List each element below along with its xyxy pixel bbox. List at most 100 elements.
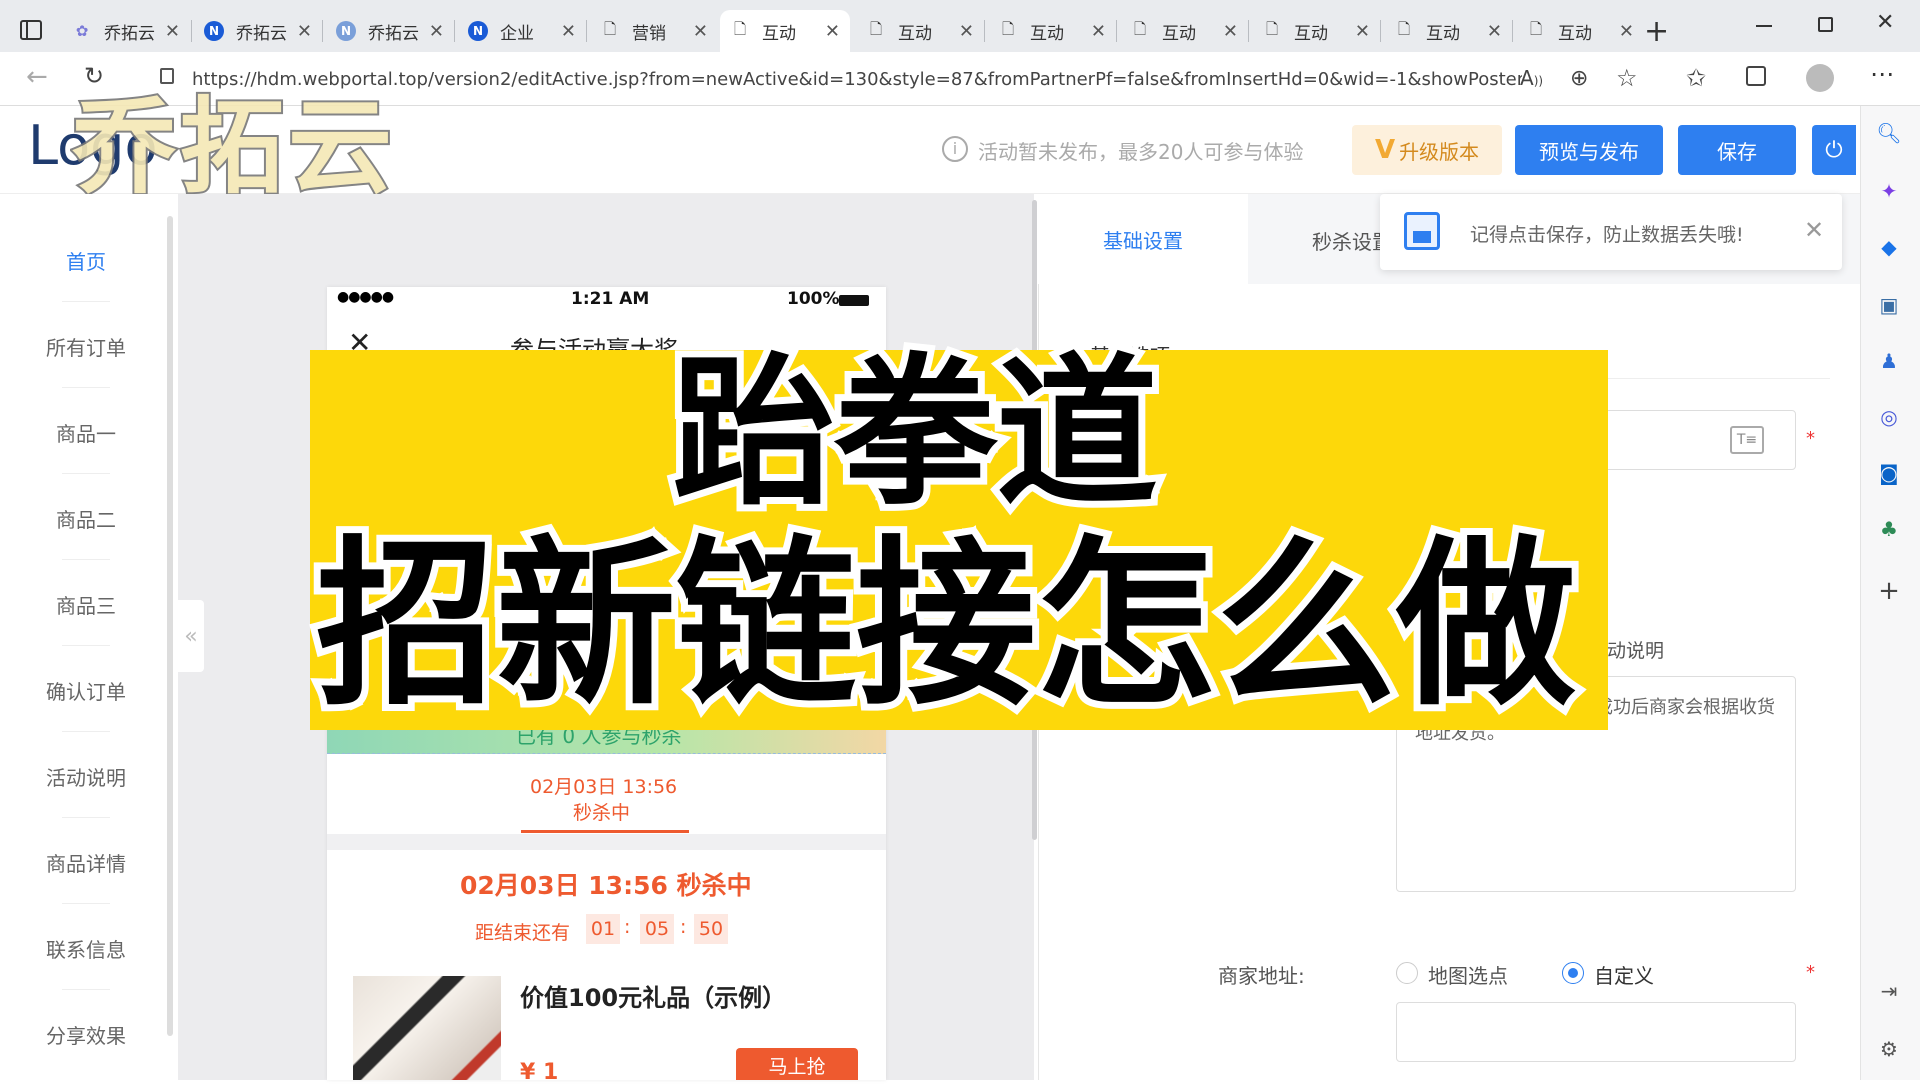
tab-divider — [586, 20, 587, 42]
tab-actions-icon[interactable] — [20, 20, 42, 40]
nav-item-product-detail[interactable]: 商品详情 — [0, 848, 172, 877]
close-window-icon[interactable]: ✕ — [1876, 10, 1894, 35]
copilot-sparkle-icon[interactable]: ✦ — [1874, 176, 1904, 206]
browser-tab[interactable]: ✿ 乔拓云 ✕ — [62, 10, 190, 52]
games-icon[interactable]: ♟ — [1874, 346, 1904, 376]
maximize-icon[interactable] — [1818, 17, 1833, 32]
close-icon[interactable]: ✕ — [825, 21, 840, 42]
nav-scrollbar[interactable] — [167, 216, 173, 1036]
schedule-tab-date[interactable]: 02月03日 13:56 — [530, 772, 677, 799]
close-icon[interactable]: ✕ — [429, 21, 444, 42]
preview-publish-button[interactable]: 预览与发布 — [1515, 125, 1663, 175]
collections-icon[interactable] — [1746, 66, 1766, 86]
sidebar-panel-icon[interactable]: ⇥ — [1874, 976, 1904, 1006]
read-aloud-icon[interactable]: A)) — [1520, 66, 1543, 90]
nav-item-product-2[interactable]: 商品二 — [0, 504, 172, 533]
office-icon[interactable]: ◎ — [1874, 402, 1904, 432]
outlook-icon[interactable]: ◙ — [1874, 458, 1904, 488]
tag-icon[interactable]: ◆ — [1874, 232, 1904, 262]
close-icon[interactable]: ✕ — [561, 21, 576, 42]
nav-divider — [62, 903, 110, 904]
browser-tab[interactable]: N 乔拓云 ✕ — [326, 10, 454, 52]
countdown-seconds: 50 — [694, 914, 728, 944]
zoom-icon[interactable]: ⊕ — [1570, 66, 1588, 91]
nav-item-product-1[interactable]: 商品一 — [0, 418, 172, 447]
text-template-icon[interactable]: T≡ — [1730, 426, 1764, 454]
new-tab-icon[interactable]: + — [1644, 14, 1669, 49]
nav-item-contact[interactable]: 联系信息 — [0, 934, 172, 963]
settings-gear-icon[interactable]: ⚙ — [1874, 1034, 1904, 1064]
browser-tab[interactable]: 🗋 互动 ✕ — [1516, 10, 1644, 52]
nav-item-activity-desc[interactable]: 活动说明 — [0, 762, 172, 791]
close-icon[interactable]: ✕ — [693, 21, 708, 42]
browser-tab[interactable]: N 企业 ✕ — [458, 10, 586, 52]
address-input[interactable] — [1396, 1002, 1796, 1062]
radio-map-pick-label[interactable]: 地图选点 — [1428, 960, 1508, 989]
search-icon[interactable]: 🔍︎ — [1874, 118, 1904, 148]
close-icon[interactable]: ✕ — [165, 21, 180, 42]
favorites-icon[interactable]: ✩ — [1686, 64, 1706, 92]
close-icon[interactable]: ✕ — [1223, 21, 1238, 42]
nav-item-orders[interactable]: 所有订单 — [0, 332, 172, 361]
nav-item-home[interactable]: 首页 — [0, 246, 172, 275]
save-button[interactable]: 保存 — [1678, 125, 1796, 175]
radio-custom-label[interactable]: 自定义 — [1594, 960, 1654, 989]
nav-divider — [62, 559, 110, 560]
product-name: 价值100元礼品（示例） — [520, 984, 787, 1012]
close-icon[interactable]: ✕ — [1091, 21, 1106, 42]
browser-tab-active[interactable]: 🗋 互动 ✕ — [720, 10, 850, 52]
minimize-icon[interactable] — [1756, 25, 1772, 27]
radio-custom-dot — [1568, 968, 1578, 978]
tab-title: 乔拓云 — [368, 23, 419, 44]
browser-tab[interactable]: 🗋 互动 ✕ — [1120, 10, 1248, 52]
browser-tab[interactable]: 🗋 互动 ✕ — [988, 10, 1116, 52]
close-icon[interactable]: ✕ — [297, 21, 312, 42]
nav-item-product-3[interactable]: 商品三 — [0, 590, 172, 619]
toolbox-icon[interactable]: ▣ — [1874, 290, 1904, 320]
tab-basic-settings[interactable]: 基础设置 — [1038, 194, 1248, 284]
favorite-add-icon[interactable]: ☆ — [1616, 64, 1638, 92]
page-favicon-icon: 🗋 — [1529, 19, 1543, 38]
power-button[interactable]: ⏻ — [1812, 125, 1856, 175]
phone-time: 1:21 AM — [571, 289, 650, 309]
tab-title: 互动 — [1162, 23, 1196, 44]
radio-custom[interactable] — [1562, 962, 1584, 984]
close-icon[interactable]: ✕ — [1619, 21, 1634, 42]
tab-divider — [1248, 20, 1249, 42]
browser-tab[interactable]: N 乔拓云 ✕ — [194, 10, 322, 52]
add-sidebar-icon[interactable]: + — [1874, 576, 1904, 606]
profile-avatar[interactable] — [1806, 64, 1834, 92]
close-icon[interactable]: ✕ — [959, 21, 974, 42]
overlay-title-line1: 跆拳道 — [665, 337, 1165, 531]
buy-now-button[interactable]: 马上抢 — [736, 1048, 858, 1080]
tree-icon[interactable]: ♣ — [1874, 514, 1904, 544]
nav-divider — [62, 473, 110, 474]
schedule-tab-underline — [521, 830, 689, 833]
close-icon[interactable]: ✕ — [1487, 21, 1502, 42]
browser-tab[interactable]: 🗋 营销 ✕ — [590, 10, 718, 52]
tab-title: 互动 — [1426, 23, 1460, 44]
browser-tab[interactable]: 🗋 互动 ✕ — [1384, 10, 1512, 52]
battery-label: 100% — [787, 289, 840, 309]
schedule-tab-status[interactable]: 秒杀中 — [573, 798, 630, 825]
toast-close-icon[interactable]: ✕ — [1804, 216, 1824, 244]
back-icon[interactable]: ← — [26, 62, 48, 92]
nav-item-share[interactable]: 分享效果 — [0, 1020, 172, 1049]
tab-actions-bar — [26, 22, 28, 38]
tab-basic-settings-label: 基础设置 — [1103, 228, 1183, 253]
browser-tab[interactable]: 🗋 互动 ✕ — [856, 10, 984, 52]
browser-tab[interactable]: 🗋 互动 ✕ — [1252, 10, 1380, 52]
more-icon[interactable]: ⋯ — [1870, 60, 1894, 88]
upgrade-button[interactable]: V 升级版本 — [1352, 125, 1502, 175]
page-favicon-icon: 🗋 — [1397, 19, 1411, 38]
tab-seckill-settings[interactable]: 秒杀设置 — [1312, 226, 1380, 256]
page-favicon-icon: 🗋 — [869, 19, 883, 38]
close-icon[interactable]: ✕ — [1355, 21, 1370, 42]
collapse-nav-button[interactable]: « — [178, 600, 204, 672]
nav-item-confirm-order[interactable]: 确认订单 — [0, 676, 172, 705]
n-favicon-icon: N — [468, 21, 488, 41]
tab-divider — [1380, 20, 1381, 42]
radio-map-pick[interactable] — [1396, 962, 1418, 984]
required-mark: * — [1806, 428, 1815, 449]
countdown-label: 距结束还有 — [475, 922, 571, 944]
